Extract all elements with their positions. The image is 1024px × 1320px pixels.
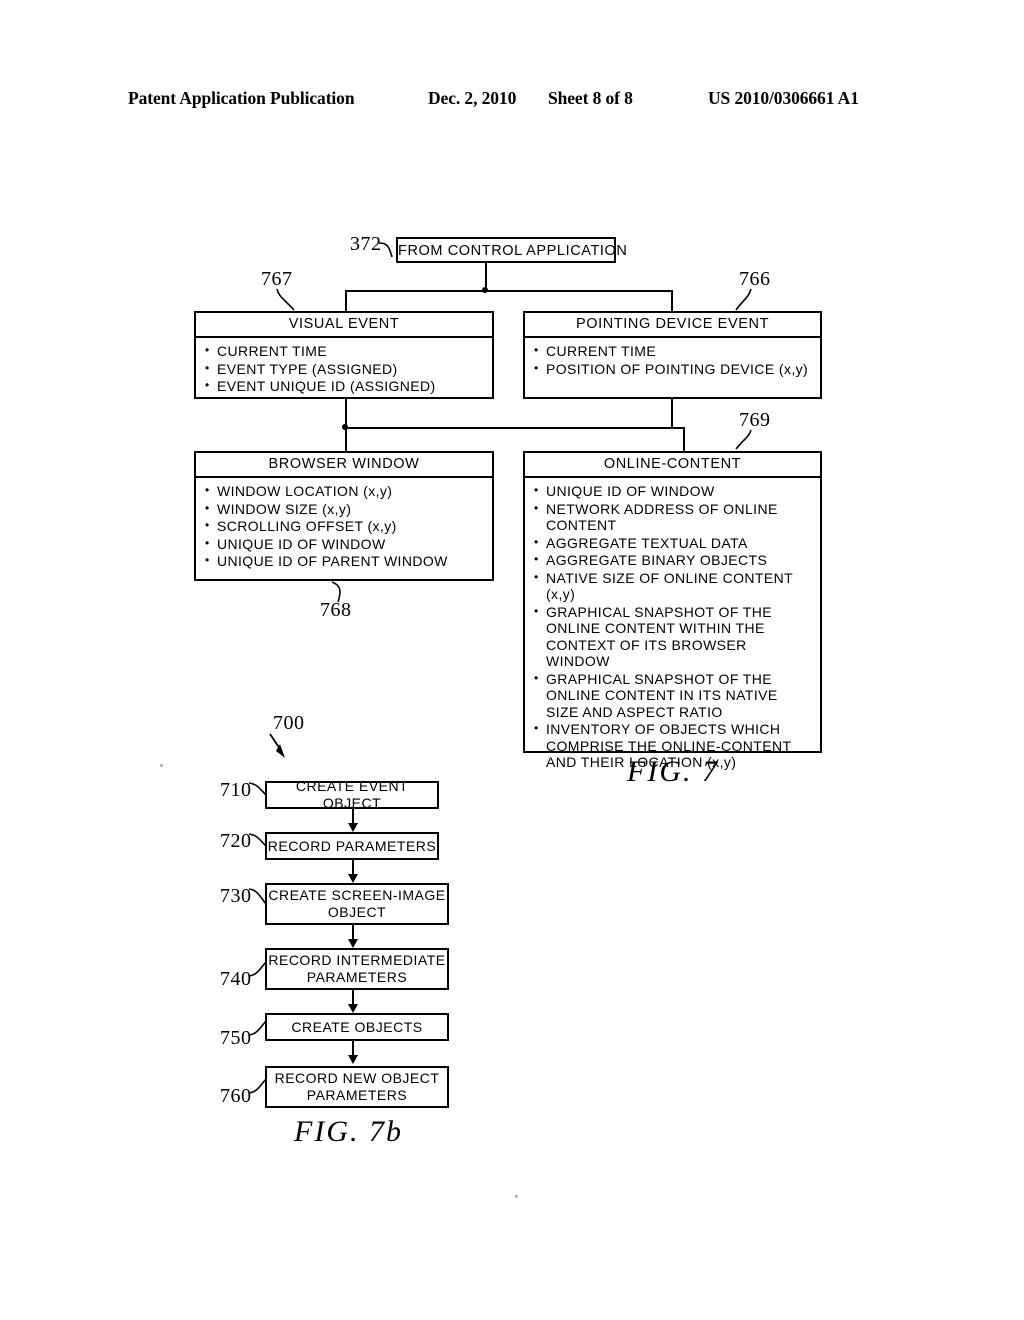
list-item: EVENT TYPE (ASSIGNED) bbox=[204, 360, 486, 378]
step-label: RECORD INTERMEDIATE PARAMETERS bbox=[268, 952, 446, 985]
connector-split-bar-top bbox=[345, 290, 673, 292]
flow-arrow-710-720 bbox=[348, 823, 358, 832]
pointing-device-event-items: CURRENT TIME POSITION OF POINTING DEVICE… bbox=[533, 342, 814, 378]
connector-372-down bbox=[485, 263, 487, 290]
browser-window-items: WINDOW LOCATION (x,y) WINDOW SIZE (x,y) … bbox=[204, 482, 486, 570]
visual-event-title: VISUAL EVENT bbox=[196, 313, 492, 338]
ref-730: 730 bbox=[220, 885, 252, 907]
from-control-application-label: FROM CONTROL APPLICATION bbox=[398, 243, 628, 259]
step-box-750: CREATE OBJECTS bbox=[265, 1013, 449, 1041]
arrow-700 bbox=[269, 733, 285, 758]
ref-760: 760 bbox=[220, 1085, 252, 1107]
step-label: CREATE SCREEN-IMAGE OBJECT bbox=[268, 887, 446, 920]
flow-arrow-750-760 bbox=[348, 1055, 358, 1064]
list-item: SCROLLING OFFSET (x,y) bbox=[204, 517, 486, 535]
online-content-box: ONLINE-CONTENT UNIQUE ID OF WINDOW NETWO… bbox=[523, 451, 822, 770]
connector-pointing-device-down bbox=[671, 399, 673, 427]
patent-header: Patent Application Publication Dec. 2, 2… bbox=[128, 88, 896, 112]
connector-bar-middle bbox=[345, 427, 685, 429]
connector-to-online-content bbox=[683, 427, 685, 451]
step-label: CREATE EVENT OBJECT bbox=[295, 778, 409, 811]
ref-750: 750 bbox=[220, 1027, 252, 1049]
list-item: NATIVE SIZE OF ONLINE CONTENT (x,y) bbox=[533, 569, 814, 603]
list-item: GRAPHICAL SNAPSHOT OF THE ONLINE CONTENT… bbox=[533, 670, 814, 721]
list-item: AGGREGATE BINARY OBJECTS bbox=[533, 551, 814, 569]
list-item: AGGREGATE TEXTUAL DATA bbox=[533, 534, 814, 552]
ref-372: 372 bbox=[350, 233, 382, 255]
ref-710: 710 bbox=[220, 779, 252, 801]
scan-artifact bbox=[515, 1195, 518, 1198]
visual-event-items: CURRENT TIME EVENT TYPE (ASSIGNED) EVENT… bbox=[204, 342, 486, 395]
step-box-710: CREATE EVENT OBJECT bbox=[265, 778, 439, 811]
step-label: RECORD NEW OBJECT PARAMETERS bbox=[274, 1070, 440, 1103]
list-item: NETWORK ADDRESS OF ONLINE CONTENT bbox=[533, 500, 814, 534]
header-sheet: Sheet 8 of 8 bbox=[548, 88, 633, 108]
browser-window-title: BROWSER WINDOW bbox=[196, 453, 492, 478]
fig7-caption: FIG. 7 bbox=[627, 755, 719, 788]
fig7b-caption: FIG. 7b bbox=[294, 1115, 403, 1148]
list-item: EVENT UNIQUE ID (ASSIGNED) bbox=[204, 377, 486, 395]
from-control-application-box: FROM CONTROL APPLICATION bbox=[396, 237, 628, 263]
pointing-device-event-box: POINTING DEVICE EVENT CURRENT TIME POSIT… bbox=[523, 311, 822, 399]
ref-720: 720 bbox=[220, 830, 252, 852]
leader-769 bbox=[735, 429, 752, 450]
list-item: GRAPHICAL SNAPSHOT OF THE ONLINE CONTENT… bbox=[533, 603, 814, 670]
list-item: UNIQUE ID OF WINDOW bbox=[204, 535, 486, 553]
ref-700: 700 bbox=[273, 712, 305, 734]
online-content-items: UNIQUE ID OF WINDOW NETWORK ADDRESS OF O… bbox=[533, 482, 814, 771]
step-box-720: RECORD PARAMETERS bbox=[265, 832, 439, 860]
list-item: WINDOW LOCATION (x,y) bbox=[204, 482, 486, 500]
list-item: UNIQUE ID OF WINDOW bbox=[533, 482, 814, 500]
flow-arrow-720-730 bbox=[348, 874, 358, 883]
visual-event-box: VISUAL EVENT CURRENT TIME EVENT TYPE (AS… bbox=[194, 311, 494, 399]
flow-arrow-740-750 bbox=[348, 1004, 358, 1013]
list-item: WINDOW SIZE (x,y) bbox=[204, 500, 486, 518]
header-publication: Patent Application Publication bbox=[128, 88, 355, 108]
list-item: UNIQUE ID OF PARENT WINDOW bbox=[204, 552, 486, 570]
list-item: CURRENT TIME bbox=[533, 342, 814, 360]
connector-to-pointing-device-event bbox=[671, 290, 673, 312]
step-label: RECORD PARAMETERS bbox=[267, 837, 437, 854]
step-box-740: RECORD INTERMEDIATE PARAMETERS bbox=[265, 948, 449, 990]
ref-740: 740 bbox=[220, 968, 252, 990]
flow-arrow-730-740 bbox=[348, 939, 358, 948]
connector-to-visual-event bbox=[345, 290, 347, 312]
step-box-730: CREATE SCREEN-IMAGE OBJECT bbox=[265, 883, 449, 925]
browser-window-box: BROWSER WINDOW WINDOW LOCATION (x,y) WIN… bbox=[194, 451, 494, 581]
scan-artifact bbox=[160, 764, 163, 767]
leader-372 bbox=[378, 242, 393, 258]
ref-768: 768 bbox=[320, 599, 352, 621]
header-patent-number: US 2010/0306661 A1 bbox=[708, 88, 859, 108]
step-label: CREATE OBJECTS bbox=[291, 1018, 423, 1035]
pointing-device-event-title: POINTING DEVICE EVENT bbox=[525, 313, 820, 338]
list-item: POSITION OF POINTING DEVICE (x,y) bbox=[533, 360, 814, 378]
online-content-title: ONLINE-CONTENT bbox=[525, 453, 820, 478]
step-box-760: RECORD NEW OBJECT PARAMETERS bbox=[265, 1066, 449, 1108]
list-item: CURRENT TIME bbox=[204, 342, 486, 360]
header-date: Dec. 2, 2010 bbox=[428, 88, 517, 108]
